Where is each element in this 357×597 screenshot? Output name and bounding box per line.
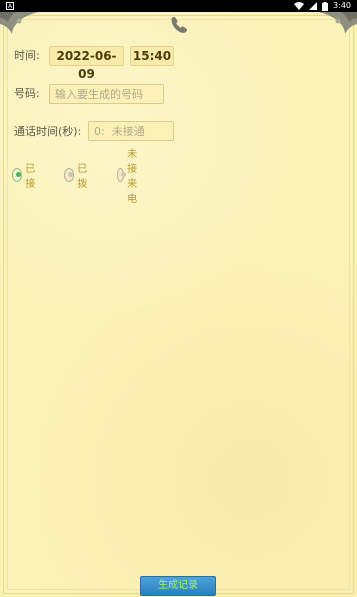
ornament-corner-icon (319, 12, 357, 34)
radio-answered-label: 已接 (25, 164, 36, 190)
status-bar-left: A (6, 0, 14, 12)
radio-answered[interactable]: 已接 (12, 164, 39, 190)
ornament-corner-icon (0, 12, 38, 34)
radio-checked-icon (12, 168, 23, 182)
number-field[interactable] (49, 84, 164, 104)
radio-unchecked-icon (117, 168, 126, 182)
radio-dialed[interactable]: 已拨 (64, 164, 91, 190)
radio-unchecked-icon (64, 168, 75, 182)
wifi-icon (294, 2, 305, 10)
battery-icon (322, 1, 329, 11)
phone-handset-icon (171, 16, 188, 33)
radio-missed[interactable]: 未接来电 (117, 149, 144, 205)
paper-background: 时间: 2022-06-09 15:40 号码: 通话时间(秒): 已接 已拨 … (0, 12, 357, 597)
radio-dialed-label: 已拨 (77, 164, 88, 190)
number-input[interactable] (55, 85, 163, 103)
time-picker[interactable]: 15:40 (130, 46, 174, 66)
status-bar-right: 3:40 (294, 0, 351, 12)
notification-badge-icon: A (6, 2, 14, 10)
duration-field[interactable] (88, 121, 174, 141)
clock: 3:40 (333, 1, 351, 10)
radio-missed-label: 未接来电 (127, 149, 138, 205)
date-picker[interactable]: 2022-06-09 (49, 46, 124, 81)
time-label: 时间: (14, 49, 40, 62)
duration-input[interactable] (94, 122, 173, 140)
status-bar: A 3:40 (0, 0, 357, 12)
duration-label: 通话时间(秒): (14, 125, 82, 138)
generate-record-button[interactable]: 生成记录 (140, 576, 216, 596)
inner-border (7, 19, 350, 590)
signal-icon (309, 2, 318, 10)
number-label: 号码: (14, 87, 40, 100)
